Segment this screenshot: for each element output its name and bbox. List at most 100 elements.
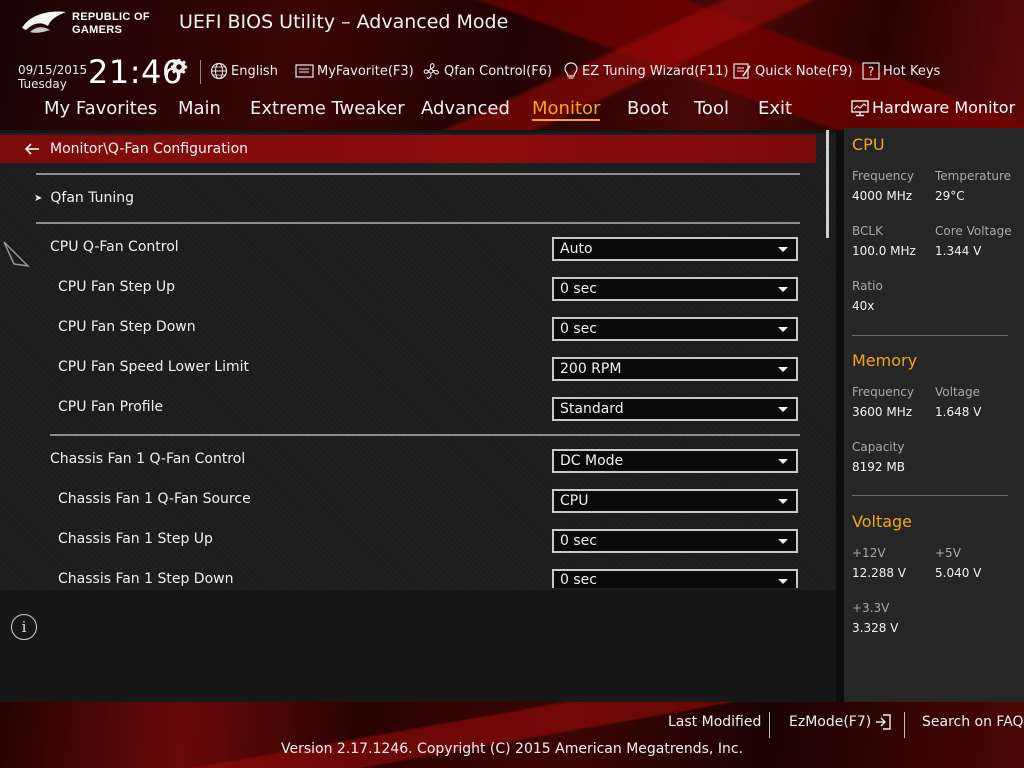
cpu-fan-step-down-dropdown[interactable]: 0 sec [552, 317, 798, 341]
divider [852, 495, 1008, 496]
tab-monitor[interactable]: Monitor [532, 98, 601, 121]
v5-label: +5V [935, 546, 961, 560]
setting-label: CPU Fan Step Up [58, 279, 176, 295]
setting-label: Chassis Fan 1 Q-Fan Source [58, 491, 251, 507]
cpu-fan-step-up-dropdown[interactable]: 0 sec [552, 277, 798, 301]
capacity-label: Capacity [852, 440, 905, 454]
v33-label: +3.3V [852, 601, 890, 615]
cpu-section-title: CPU [852, 135, 885, 154]
brand-line-1: REPUBLIC OF [72, 11, 150, 23]
chevron-down-icon [778, 327, 788, 332]
breadcrumb-text: Monitor\Q-Fan Configuration [50, 141, 249, 157]
date-display: 09/15/2015 Tuesday [18, 63, 87, 91]
cpu-temperature-label: Temperature [935, 169, 1012, 183]
search-faq-button[interactable]: Search on FAQ [922, 714, 1024, 730]
tab-advanced[interactable]: Advanced [421, 98, 510, 119]
clock: 21:46 [88, 53, 183, 91]
cpu-fan-speed-lower-limit-dropdown[interactable]: 200 RPM [552, 357, 798, 381]
ez-tuning-button[interactable]: EZ Tuning Wizard(F11) [563, 61, 728, 81]
footer-divider [769, 712, 770, 738]
qfan-button[interactable]: Qfan Control(F6) [421, 61, 552, 81]
tab-boot[interactable]: Boot [627, 98, 668, 119]
app-title: UEFI BIOS Utility – Advanced Mode [179, 11, 509, 33]
dropdown-value: Standard [560, 401, 624, 417]
dropdown-value: 200 RPM [560, 361, 622, 377]
hardware-monitor-header: Hardware Monitor [851, 98, 1015, 117]
setting-label: CPU Fan Profile [58, 399, 164, 415]
chevron-right-icon: ➤ [34, 192, 43, 204]
chassis-fan1-step-up-dropdown[interactable]: 0 sec [552, 529, 798, 553]
chevron-down-icon [778, 247, 788, 252]
monitor-icon [851, 99, 869, 116]
weekday-text: Tuesday [18, 77, 67, 91]
toolbar-divider [200, 60, 201, 84]
setting-label: CPU Fan Step Down [58, 319, 196, 335]
tab-exit[interactable]: Exit [758, 98, 792, 119]
mouse-pointer-icon [2, 240, 30, 276]
hardware-monitor-title: Hardware Monitor [872, 98, 1016, 117]
qfan-tuning-link[interactable]: ➤ Qfan Tuning [34, 190, 134, 206]
chassis-fan1-qfan-control-dropdown[interactable]: DC Mode [552, 449, 798, 473]
setting-label: Chassis Fan 1 Step Down [58, 571, 234, 587]
core-voltage-label: Core Voltage [935, 224, 1012, 238]
tab-tool[interactable]: Tool [694, 98, 729, 119]
memory-frequency-value: 3600 MHz [852, 405, 913, 419]
back-arrow-icon[interactable] [24, 142, 40, 156]
tab-extreme-tweaker[interactable]: Extreme Tweaker [250, 98, 405, 119]
note-icon [733, 63, 751, 79]
hot-keys-label: Hot Keys [883, 63, 941, 79]
scrollbar[interactable] [826, 130, 829, 238]
setting-label: CPU Fan Speed Lower Limit [58, 359, 250, 375]
chevron-down-icon [778, 459, 788, 464]
quick-note-button[interactable]: Quick Note(F9) [733, 61, 853, 81]
last-modified-label: Last Modified [668, 714, 762, 730]
chassis-fan1-qfan-source-dropdown[interactable]: CPU [552, 489, 798, 513]
myfavorite-label: MyFavorite(F3) [317, 63, 414, 79]
qfan-tuning-label: Qfan Tuning [50, 190, 135, 206]
bclk-label: BCLK [852, 224, 883, 238]
tab-my-favorites[interactable]: My Favorites [44, 98, 157, 119]
myfavorite-button[interactable]: MyFavorite(F3) [295, 61, 414, 81]
cpu-qfan-control-dropdown[interactable]: Auto [552, 237, 798, 261]
gear-icon[interactable] [170, 58, 188, 80]
cpu-fan-profile-dropdown[interactable]: Standard [552, 397, 798, 421]
divider [50, 434, 800, 436]
dropdown-value: 0 sec [560, 321, 597, 337]
setting-label: Chassis Fan 1 Q-Fan Control [50, 451, 246, 467]
language-label: English [231, 63, 278, 79]
cpu-frequency-label: Frequency [852, 169, 914, 183]
help-info-panel [0, 592, 836, 702]
ezmode-label: EzMode(F7) [789, 714, 872, 730]
memory-frequency-label: Frequency [852, 385, 914, 399]
language-button[interactable]: English [210, 61, 278, 81]
ez-tuning-label: EZ Tuning Wizard(F11) [582, 63, 729, 79]
chevron-down-icon [778, 367, 788, 372]
chassis-fan1-step-down-dropdown[interactable]: 0 sec [552, 569, 798, 588]
setting-label: CPU Q-Fan Control [50, 239, 179, 255]
dropdown-value: 0 sec [560, 533, 597, 549]
bclk-value: 100.0 MHz [852, 244, 916, 258]
memory-voltage-label: Voltage [935, 385, 981, 399]
divider [852, 335, 1008, 336]
footer [0, 702, 1024, 768]
cpu-frequency-value: 4000 MHz [852, 189, 913, 203]
svg-text:?: ? [868, 65, 874, 79]
v33-value: 3.328 V [852, 621, 899, 635]
chevron-down-icon [778, 539, 788, 544]
voltage-section-title: Voltage [852, 512, 913, 531]
memory-section-title: Memory [852, 351, 918, 370]
last-modified-button[interactable]: Last Modified [668, 714, 761, 730]
date-text: 09/15/2015 [18, 63, 88, 77]
exit-icon [876, 714, 891, 730]
ezmode-button[interactable]: EzMode(F7) [789, 714, 891, 730]
globe-icon [210, 62, 228, 80]
ratio-label: Ratio [852, 279, 883, 293]
hot-keys-button[interactable]: ? Hot Keys [862, 61, 940, 81]
info-icon: i [11, 614, 37, 640]
dropdown-value: Auto [560, 241, 593, 257]
tab-main[interactable]: Main [178, 98, 221, 119]
help-icon: ? [862, 62, 880, 80]
chevron-down-icon [778, 407, 788, 412]
core-voltage-value: 1.344 V [935, 244, 982, 258]
dropdown-value: 0 sec [560, 571, 597, 588]
